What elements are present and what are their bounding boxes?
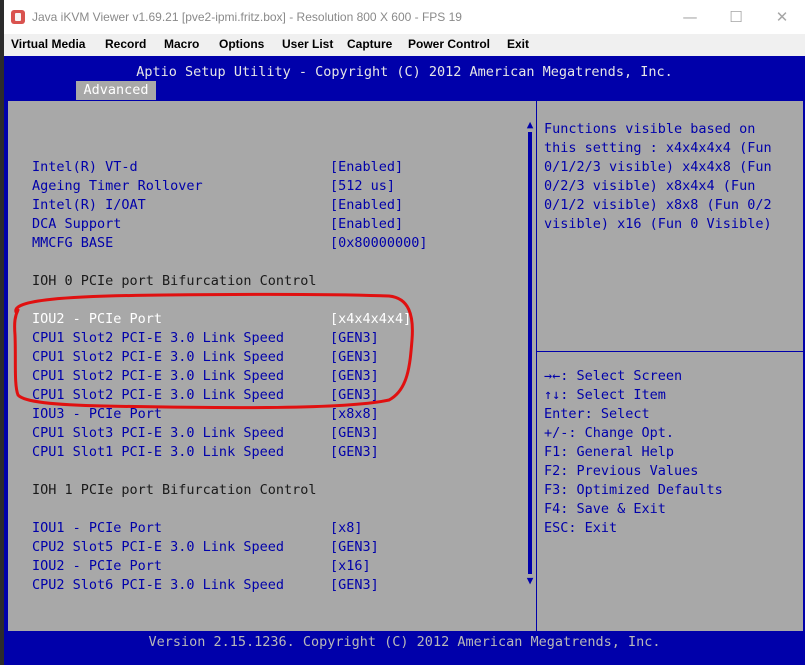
key-help-change-opt: +/-: Change Opt. — [544, 425, 675, 441]
scrollbar-track[interactable] — [528, 132, 532, 574]
key-help-f2: F2: Previous Values — [544, 463, 699, 479]
menu-options[interactable]: Options — [219, 37, 264, 51]
setting-value-ageing-timer[interactable]: [512 us] — [330, 177, 395, 196]
scroll-up-arrow-icon[interactable]: ▲ — [525, 119, 535, 130]
help-line: Functions visible based on — [544, 121, 756, 137]
help-line: visible) x16 (Fun 0 Visible) — [544, 216, 772, 232]
setting-label-iou1-pcie-port[interactable]: IOU1 - PCIe Port — [32, 519, 162, 538]
setting-value-ioat[interactable]: [Enabled] — [330, 196, 403, 215]
help-line: this setting : x4x4x4x4 (Fun — [544, 140, 772, 156]
setting-label-cpu1-slot2-speed-a[interactable]: CPU1 Slot2 PCI-E 3.0 Link Speed — [32, 329, 284, 348]
key-help-f1: F1: General Help — [544, 444, 675, 460]
panel-divider — [536, 100, 537, 631]
scroll-down-arrow-icon[interactable]: ▼ — [525, 575, 535, 586]
setting-value-vtd[interactable]: [Enabled] — [330, 158, 403, 177]
panel-top-border — [8, 100, 803, 101]
setup-panel: Intel(R) VT-d [Enabled] Ageing Timer Rol… — [8, 100, 803, 631]
setting-label-iou3-pcie-port[interactable]: IOU3 - PCIe Port — [32, 405, 162, 424]
setting-label-vtd[interactable]: Intel(R) VT-d — [32, 158, 138, 177]
key-help-esc: ESC: Exit — [544, 520, 618, 536]
help-line: 0/2/3 visible) x8x4x4 (Fun — [544, 178, 756, 194]
setting-label-cpu2-slot5-speed[interactable]: CPU2 Slot5 PCI-E 3.0 Link Speed — [32, 538, 284, 557]
title-bar: Java iKVM Viewer v1.69.21 [pve2-ipmi.fri… — [4, 0, 805, 34]
setting-label-iou2-pcie-port-cpu2[interactable]: IOU2 - PCIe Port — [32, 557, 162, 576]
setting-value-cpu1-slot2-speed-b[interactable]: [GEN3] — [330, 348, 379, 367]
setting-value-cpu1-slot2-speed-a[interactable]: [GEN3] — [330, 329, 379, 348]
menu-bar: Virtual Media Record Macro Options User … — [4, 34, 805, 57]
menu-macro[interactable]: Macro — [164, 37, 199, 51]
bios-screen[interactable]: Aptio Setup Utility - Copyright (C) 2012… — [4, 56, 805, 665]
maximize-button[interactable]: ☐ — [713, 0, 759, 34]
setting-value-dca[interactable]: [Enabled] — [330, 215, 403, 234]
key-help-select-item: ↑↓: Select Item — [544, 387, 666, 403]
setting-label-mmcfg-base[interactable]: MMCFG BASE — [32, 234, 113, 253]
setting-value-cpu1-slot2-speed-d[interactable]: [GEN3] — [330, 386, 379, 405]
setting-value-cpu1-slot1-speed[interactable]: [GEN3] — [330, 443, 379, 462]
setting-label-cpu1-slot1-speed[interactable]: CPU1 Slot1 PCI-E 3.0 Link Speed — [32, 443, 284, 462]
key-help-select-screen: →←: Select Screen — [544, 368, 683, 384]
menu-virtual-media[interactable]: Virtual Media — [11, 37, 85, 51]
setting-value-cpu2-slot6-speed[interactable]: [GEN3] — [330, 576, 379, 595]
setting-value-iou3-pcie-port[interactable]: [x8x8] — [330, 405, 379, 424]
setting-label-cpu1-slot3-speed[interactable]: CPU1 Slot3 PCI-E 3.0 Link Speed — [32, 424, 284, 443]
help-line: 0/1/2 visible) x8x8 (Fun 0/2 — [544, 197, 772, 213]
help-line: 0/1/2/3 visible) x4x4x8 (Fun — [544, 159, 772, 175]
setting-value-iou1-pcie-port[interactable]: [x8] — [330, 519, 363, 538]
tab-advanced[interactable]: Advanced — [76, 81, 156, 100]
help-divider — [536, 351, 803, 352]
setting-value-cpu1-slot3-speed[interactable]: [GEN3] — [330, 424, 379, 443]
menu-power-control[interactable]: Power Control — [408, 37, 490, 51]
setting-label-ageing-timer[interactable]: Ageing Timer Rollover — [32, 177, 203, 196]
menu-capture[interactable]: Capture — [347, 37, 392, 51]
setting-label-dca[interactable]: DCA Support — [32, 215, 121, 234]
bios-footer: Version 2.15.1236. Copyright (C) 2012 Am… — [148, 634, 661, 650]
section-heading-ioh1: IOH 1 PCIe port Bifurcation Control — [32, 482, 317, 498]
minimize-button[interactable]: — — [667, 0, 713, 34]
ikvm-viewer-window: Java iKVM Viewer v1.69.21 [pve2-ipmi.fri… — [4, 0, 805, 665]
setting-label-cpu1-slot2-speed-b[interactable]: CPU1 Slot2 PCI-E 3.0 Link Speed — [32, 348, 284, 367]
key-help-enter: Enter: Select — [544, 406, 650, 422]
setting-value-iou2-pcie-port[interactable]: [x4x4x4x4] — [330, 310, 411, 329]
java-app-icon — [11, 10, 25, 24]
bios-title: Aptio Setup Utility - Copyright (C) 2012… — [136, 64, 673, 80]
setting-label-ioat[interactable]: Intel(R) I/OAT — [32, 196, 146, 215]
setting-value-cpu2-slot5-speed[interactable]: [GEN3] — [330, 538, 379, 557]
setting-value-cpu1-slot2-speed-c[interactable]: [GEN3] — [330, 367, 379, 386]
setting-label-cpu1-slot2-speed-d[interactable]: CPU1 Slot2 PCI-E 3.0 Link Speed — [32, 386, 284, 405]
menu-user-list[interactable]: User List — [282, 37, 333, 51]
setting-label-cpu1-slot2-speed-c[interactable]: CPU1 Slot2 PCI-E 3.0 Link Speed — [32, 367, 284, 386]
setting-value-mmcfg-base[interactable]: [0x80000000] — [330, 234, 428, 253]
key-help-f4: F4: Save & Exit — [544, 501, 666, 517]
setting-value-iou2-pcie-port-cpu2[interactable]: [x16] — [330, 557, 371, 576]
window-title: Java iKVM Viewer v1.69.21 [pve2-ipmi.fri… — [32, 10, 462, 24]
menu-exit[interactable]: Exit — [507, 37, 529, 51]
section-heading-ioh0: IOH 0 PCIe port Bifurcation Control — [32, 273, 317, 289]
key-help-f3: F3: Optimized Defaults — [544, 482, 723, 498]
close-button[interactable]: ✕ — [759, 0, 805, 34]
setting-label-cpu2-slot6-speed[interactable]: CPU2 Slot6 PCI-E 3.0 Link Speed — [32, 576, 284, 595]
menu-record[interactable]: Record — [105, 37, 146, 51]
setting-label-iou2-pcie-port[interactable]: IOU2 - PCIe Port — [32, 310, 162, 329]
